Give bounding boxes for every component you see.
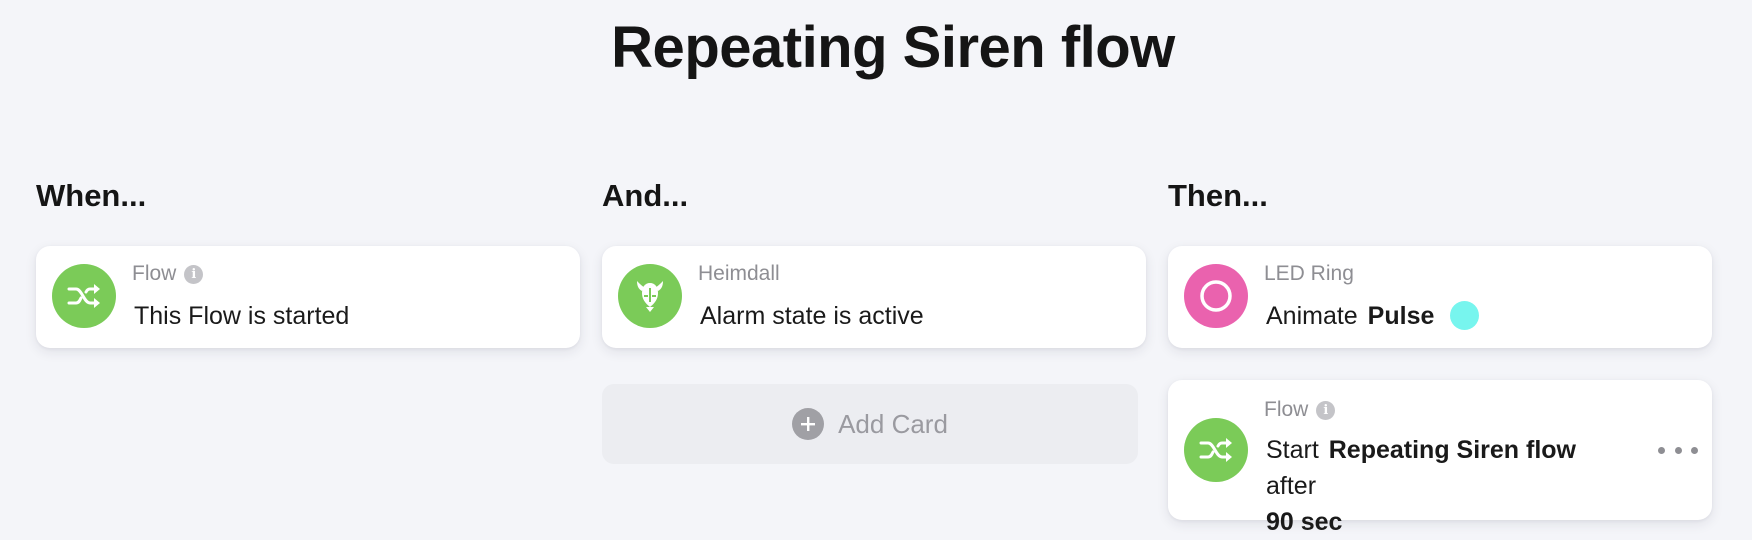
info-icon[interactable]: i bbox=[1316, 400, 1336, 420]
action-connector: after bbox=[1266, 472, 1317, 500]
and-column: And... Heimdall Alarm state is active Ad… bbox=[602, 172, 1148, 464]
flow-shuffle-icon bbox=[52, 264, 116, 328]
card-source: Heimdall bbox=[698, 262, 780, 286]
add-card-label: Add Card bbox=[838, 408, 948, 439]
delay-argument[interactable]: 90 sec bbox=[1266, 508, 1342, 536]
page-title: Repeating Siren flow bbox=[611, 15, 1175, 80]
action-card-start-flow[interactable]: Flow i Start Repeating Siren flow after … bbox=[1168, 380, 1712, 536]
card-source: LED Ring bbox=[1264, 262, 1354, 286]
led-ring-icon bbox=[1184, 264, 1248, 328]
action-verb: Start bbox=[1266, 436, 1319, 464]
more-options-icon[interactable] bbox=[1658, 438, 1698, 462]
action-verb: Animate bbox=[1266, 302, 1358, 330]
card-text: Start Repeating Siren flow after 90 sec bbox=[1266, 432, 1632, 540]
flow-argument[interactable]: Repeating Siren flow bbox=[1329, 436, 1576, 464]
animation-argument[interactable]: Pulse bbox=[1368, 302, 1435, 330]
card-source: Flow i bbox=[132, 262, 204, 286]
card-source: Flow i bbox=[1264, 398, 1336, 422]
add-card-button[interactable]: Add Card bbox=[602, 384, 1138, 464]
when-column: When... Flow i This Flow is started bbox=[36, 172, 582, 348]
plus-icon bbox=[792, 408, 825, 440]
heimdall-helmet-icon bbox=[618, 264, 682, 328]
card-text: Alarm state is active bbox=[700, 302, 924, 330]
then-heading: Then... bbox=[1168, 178, 1268, 213]
flow-shuffle-icon bbox=[1184, 418, 1248, 482]
condition-card-alarm-active[interactable]: Heimdall Alarm state is active bbox=[602, 246, 1146, 348]
card-source-label: Flow bbox=[1264, 398, 1309, 421]
and-heading: And... bbox=[602, 178, 689, 213]
when-heading: When... bbox=[36, 178, 147, 213]
then-column: Then... LED Ring Animate Pulse Flow i St… bbox=[1168, 172, 1714, 536]
card-source-label: LED Ring bbox=[1264, 262, 1354, 285]
action-card-led-ring[interactable]: LED Ring Animate Pulse bbox=[1168, 246, 1712, 348]
card-source-label: Flow bbox=[132, 262, 177, 285]
info-icon[interactable]: i bbox=[184, 264, 204, 284]
trigger-card-flow-started[interactable]: Flow i This Flow is started bbox=[36, 246, 580, 348]
card-text: Animate Pulse bbox=[1266, 298, 1682, 334]
color-swatch[interactable] bbox=[1450, 301, 1480, 330]
card-source-label: Heimdall bbox=[698, 262, 780, 285]
card-text: This Flow is started bbox=[134, 302, 350, 330]
